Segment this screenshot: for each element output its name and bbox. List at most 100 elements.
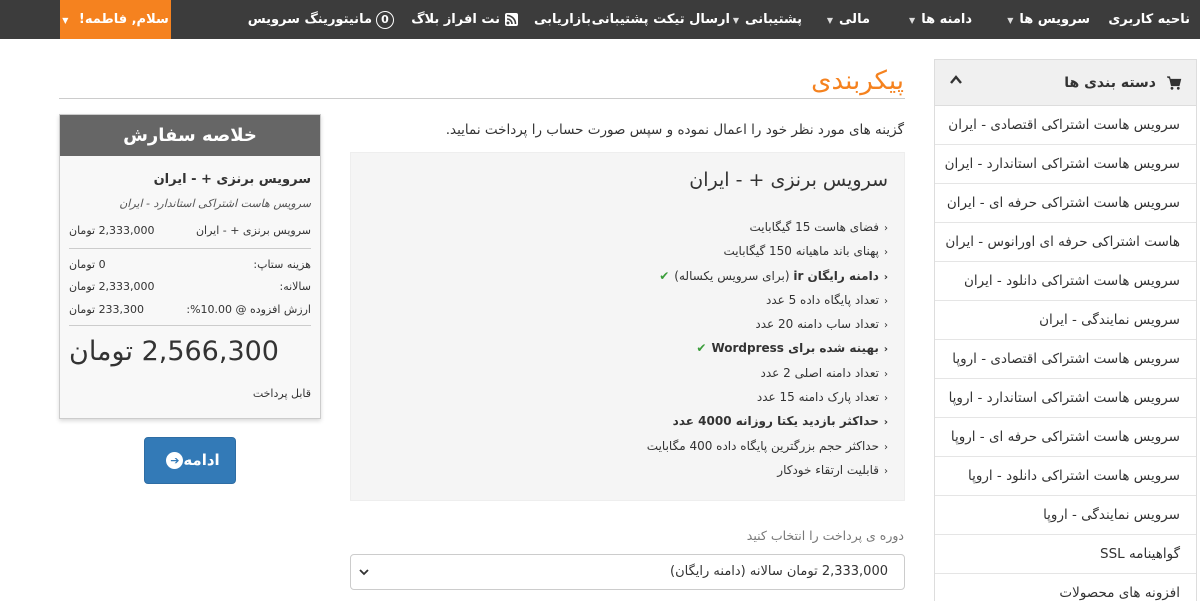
rss-icon <box>505 13 518 26</box>
feature-text: تعداد دامنه اصلی 2 عدد <box>760 365 879 380</box>
annual-label: سالانه: <box>279 280 311 293</box>
sidebar-category-item[interactable]: سرویس هاست اشتراکی دانلود - ایران <box>935 262 1196 301</box>
feature-item: ‹ حداکثر حجم بزرگترین پایگاه داده 400 مگا… <box>647 434 888 458</box>
feature-item: ‹ حداکثر بازدید یکتا روزانه 4000 عدد <box>647 409 888 433</box>
feature-item: ‹ پهنای باند ماهیانه 150 گیگابایت <box>647 239 888 263</box>
chevron-left-icon: ‹ <box>884 393 888 405</box>
nav-services[interactable]: سرویس ها▼ <box>1007 0 1090 39</box>
setup-label: هزینه ستاپ: <box>253 258 311 271</box>
user-menu[interactable]: سلام, فاطمه! ▼ <box>60 0 171 39</box>
product-info-box: سرویس برنزی + - ایران ‹ فضای هاست 15 گیگا… <box>350 152 905 501</box>
sidebar-category-item[interactable]: گواهینامه SSL <box>935 535 1196 574</box>
summary-divider <box>69 248 311 249</box>
feature-text: تعداد پایگاه داده 5 عدد <box>765 292 879 307</box>
summary-line-item: سرویس برنزی + - ایران 2,333,000 تومان <box>69 224 311 240</box>
feature-text: قابلیت ارتقاء خودکار <box>777 462 879 477</box>
sidebar-category-item[interactable]: سرویس هاست اشتراکی اقتصادی - ایران <box>935 106 1196 145</box>
feature-text: حداکثر بازدید یکتا روزانه 4000 عدد <box>672 414 879 429</box>
chevron-left-icon: ‹ <box>884 441 888 453</box>
chevron-left-icon: ‹ <box>883 417 888 429</box>
feature-text: دامنه رایگان ir <box>793 268 879 283</box>
chevron-left-icon: ‹ <box>884 320 888 332</box>
chevron-left-icon: ‹ <box>884 368 888 380</box>
summary-setup-row: هزینه ستاپ: 0 تومان <box>69 258 311 274</box>
feature-text: تعداد ساب دامنه 20 عدد <box>755 317 879 332</box>
caret-down-icon: ▼ <box>909 16 916 25</box>
intro-text: گزینه های مورد نظر خود را اعمال نموده و … <box>445 122 904 138</box>
annual-value: 2,333,000 تومان <box>69 280 155 293</box>
chevron-left-icon: ‹ <box>883 271 888 283</box>
chevron-up-icon[interactable] <box>949 73 963 87</box>
sidebar-category-item[interactable]: سرویس هاست اشتراکی حرفه ای - اروپا <box>935 418 1196 457</box>
nav-open-ticket[interactable]: ارسال تیکت پشتیبانی <box>592 0 730 39</box>
vat-value: 233,300 تومان <box>69 303 145 316</box>
check-icon: ✔ <box>696 341 707 356</box>
nav-support[interactable]: پشتیبانی▼ <box>733 0 802 39</box>
shopping-cart-icon <box>1167 76 1182 90</box>
sidebar-category-item[interactable]: سرویس هاست اشتراکی اقتصادی - اروپا <box>935 340 1196 379</box>
summary-total: 2,566,300 تومان <box>69 336 279 367</box>
nav-affiliates[interactable]: بازاریابی <box>534 0 591 39</box>
nav-client-area[interactable]: ناحیه کاربری <box>1108 0 1190 39</box>
arrow-circle-icon: ➔ <box>166 452 184 469</box>
feature-text: تعداد پارک دامنه 15 عدد <box>756 390 879 405</box>
summary-divider <box>69 325 311 326</box>
continue-button[interactable]: ادامه➔ <box>144 437 236 484</box>
check-icon: ✔ <box>659 268 670 283</box>
sidebar-category-item[interactable]: سرویس هاست اشتراکی استاندارد - ایران <box>935 145 1196 184</box>
chevron-left-icon: ‹ <box>883 344 888 356</box>
summary-vat-row: ارزش افزوده @ 10.00%: 233,300 تومان <box>69 303 311 319</box>
feature-text: بهینه شده برای Wordpress <box>711 341 879 356</box>
setup-value: 0 تومان <box>69 258 106 271</box>
billing-cycle-select[interactable]: 2,333,000 تومان سالانه (دامنه رایگان) <box>350 554 905 590</box>
categories-header[interactable]: دسته بندی ها <box>935 60 1196 106</box>
feature-item: ‹ بهینه شده برای Wordpress ✔ <box>647 336 888 360</box>
feature-text: پهنای باند ماهیانه 150 گیگابایت <box>723 244 879 259</box>
feature-item: ‹ تعداد دامنه اصلی 2 عدد <box>647 361 888 385</box>
product-name: سرویس برنزی + - ایران <box>689 169 888 191</box>
caret-down-icon: ▼ <box>62 16 69 25</box>
sidebar-category-item[interactable]: سرویس هاست اشتراکی استاندارد - اروپا <box>935 379 1196 418</box>
caret-down-icon: ▼ <box>1007 16 1014 25</box>
billing-cycle-label: دوره ی پرداخت را انتخاب کنید <box>746 528 904 543</box>
feature-text: فضای هاست 15 گیگابایت <box>749 220 880 234</box>
nav-domains[interactable]: دامنه ها▼ <box>909 0 972 39</box>
summary-annual-row: سالانه: 2,333,000 تومان <box>69 280 311 296</box>
sidebar-category-item[interactable]: سرویس نمایندگی - اروپا <box>935 496 1196 535</box>
feature-item: ‹ قابلیت ارتقاء خودکار <box>647 458 888 482</box>
billing-cycle-value: 2,333,000 تومان سالانه (دامنه رایگان) <box>670 564 888 579</box>
categories-panel: دسته بندی ها سرویس هاست اشتراکی اقتصادی … <box>934 59 1197 601</box>
feature-item: ‹ تعداد پایگاه داده 5 عدد <box>647 288 888 312</box>
sidebar-category-item[interactable]: هاست اشتراکی حرفه ای اورانوس - ایران <box>935 223 1196 262</box>
sidebar-category-item[interactable]: سرویس هاست اشتراکی دانلود - اروپا <box>935 457 1196 496</box>
summary-product-group: سرویس هاست اشتراکی استاندارد - ایران <box>119 197 311 210</box>
feature-note: (برای سرویس یکساله) <box>674 268 790 283</box>
chevron-left-icon: ‹ <box>884 465 888 477</box>
total-due-label: قابل پرداخت <box>252 387 311 400</box>
feature-item: ‹ تعداد ساب دامنه 20 عدد <box>647 312 888 336</box>
nav-service-monitoring[interactable]: 0مانیتورینگ سرویس <box>248 0 394 39</box>
nav-blog[interactable]: نت افراز بلاگ <box>411 0 518 39</box>
feature-text: حداکثر حجم بزرگترین پایگاه داده 400 مگاب… <box>646 438 879 453</box>
order-summary-title: خلاصه سفارش <box>60 115 320 156</box>
nav-billing[interactable]: مالی▼ <box>827 0 870 39</box>
summary-product-name: سرویس برنزی + - ایران <box>153 172 311 187</box>
order-summary: خلاصه سفارش سرویس برنزی + - ایران سرویس … <box>59 114 321 419</box>
chevron-left-icon: ‹ <box>884 223 888 234</box>
page-title: پیکربندی <box>811 66 904 96</box>
feature-item: ‹ دامنه رایگان ir (برای سرویس یکساله) ✔ <box>647 264 888 288</box>
caret-down-icon: ▼ <box>732 16 740 25</box>
feature-list: ‹ فضای هاست 15 گیگابایت ‹ پهنای باند ماهیان… <box>647 215 888 482</box>
vat-label: ارزش افزوده @ 10.00%: <box>186 303 311 316</box>
categories-title: دسته بندی ها <box>1064 75 1156 91</box>
feature-item: ‹ فضای هاست 15 گیگابایت <box>647 215 889 239</box>
title-divider <box>59 98 905 99</box>
sidebar-category-item[interactable]: سرویس هاست اشتراکی حرفه ای - ایران <box>935 184 1196 223</box>
count-badge: 0 <box>376 10 394 29</box>
sidebar-category-item[interactable]: افزونه های محصولات <box>935 574 1196 601</box>
sidebar-category-item[interactable]: سرویس نمایندگی - ایران <box>935 301 1196 340</box>
chevron-down-icon <box>359 569 369 576</box>
line-item-label: سرویس برنزی + - ایران <box>195 224 311 237</box>
chevron-left-icon: ‹ <box>884 247 888 259</box>
caret-down-icon: ▼ <box>826 16 834 25</box>
